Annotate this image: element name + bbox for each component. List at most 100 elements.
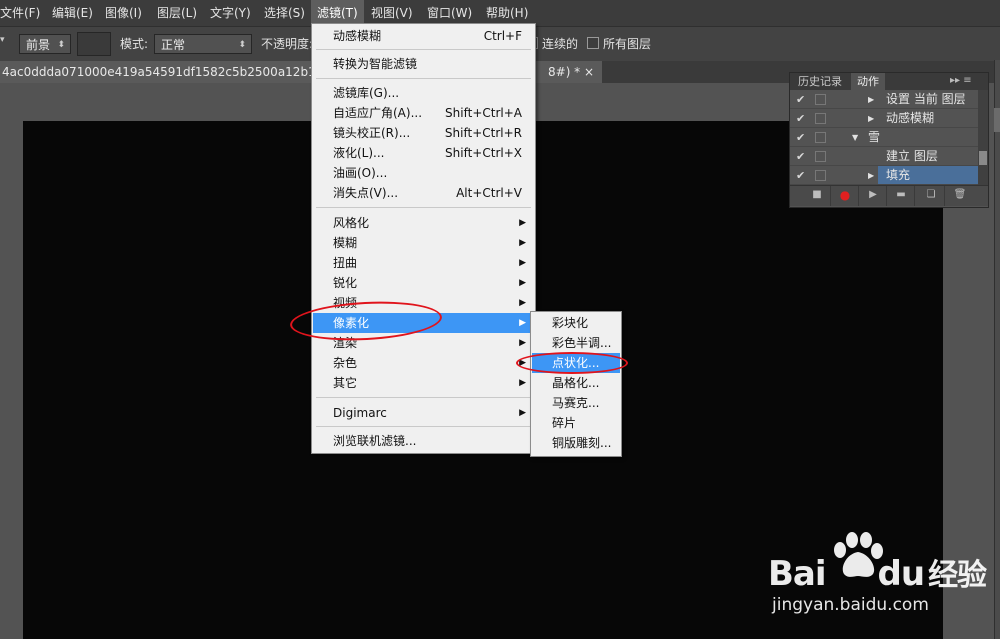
action-row-label: 建立 图层: [886, 149, 938, 163]
menu-item-convert-smart-filter[interactable]: 转换为智能滤镜: [313, 54, 534, 74]
menu-layer[interactable]: 图层(L): [151, 0, 203, 26]
menu-item-other[interactable]: 其它 ▶: [313, 373, 534, 393]
menu-item-label: 模糊: [333, 236, 358, 250]
submenu-item-crystallize[interactable]: 晶格化...: [532, 373, 620, 393]
annotation-circle-pointillize: [516, 352, 628, 374]
check-icon[interactable]: ✔: [796, 90, 805, 109]
panel-scrollbar[interactable]: [978, 90, 988, 185]
submenu-item-mezzotint[interactable]: 铜版雕刻...: [532, 433, 620, 453]
expand-triangle-icon[interactable]: ▶: [868, 166, 874, 185]
collapse-triangle-icon[interactable]: ▼: [852, 128, 858, 147]
submenu-arrow-icon: ▶: [519, 278, 526, 288]
record-icon[interactable]: ●: [838, 189, 852, 201]
submenu-arrow-icon: ▶: [519, 298, 526, 308]
submenu-item-mosaic[interactable]: 马赛克...: [532, 393, 620, 413]
menu-item-label: 动感模糊: [333, 29, 382, 43]
document-tab-suffix[interactable]: 8#) * ×: [540, 61, 603, 83]
menu-item-adaptive-wide-angle[interactable]: 自适应广角(A)... Shift+Ctrl+A: [313, 103, 534, 123]
action-row[interactable]: ✔ 建立 图层: [790, 147, 978, 166]
dialog-toggle-box[interactable]: [815, 170, 826, 181]
toolbar-divider: [830, 186, 831, 206]
new-action-icon[interactable]: ❏: [924, 189, 938, 201]
action-row-selected[interactable]: ✔ ▶ 填充: [790, 166, 978, 185]
menu-separator: [316, 49, 531, 50]
menu-file[interactable]: 文件(F): [0, 0, 46, 26]
toolbar-divider: [944, 186, 945, 206]
action-row[interactable]: ✔ ▶ 动感模糊: [790, 109, 978, 128]
menu-item-shortcut: Shift+Ctrl+R: [444, 126, 522, 140]
mode-dropdown[interactable]: 正常 ⬍: [154, 34, 252, 54]
trash-icon[interactable]: 🗑: [953, 189, 967, 201]
menu-item-liquify[interactable]: 液化(L)... Shift+Ctrl+X: [313, 143, 534, 163]
menu-item-distort[interactable]: 扭曲 ▶: [313, 253, 534, 273]
panel-tab-strip: 历史记录 动作 ▸▸ ≡: [790, 73, 988, 90]
check-icon[interactable]: ✔: [796, 128, 805, 147]
menu-item-label: Digimarc: [333, 406, 387, 420]
submenu-arrow-icon: ▶: [519, 258, 526, 268]
toolbar-divider: [914, 186, 915, 206]
check-icon[interactable]: ✔: [796, 147, 805, 166]
menu-item-vanishing-point[interactable]: 消失点(V)... Alt+Ctrl+V: [313, 183, 534, 203]
menu-item-last-filter[interactable]: 动感模糊 Ctrl+F: [313, 26, 534, 46]
menu-item-sharpen[interactable]: 锐化 ▶: [313, 273, 534, 293]
menu-item-filter-gallery[interactable]: 滤镜库(G)...: [313, 83, 534, 103]
menu-item-blur[interactable]: 模糊 ▶: [313, 233, 534, 253]
check-icon[interactable]: ✔: [796, 166, 805, 185]
submenu-arrow-icon: ▶: [519, 318, 526, 328]
watermark-brand-bai: Bai: [768, 554, 827, 594]
check-icon[interactable]: ✔: [796, 109, 805, 128]
tab-actions[interactable]: 动作: [851, 73, 885, 90]
watermark-brand: Bai du 经验: [768, 550, 987, 594]
menu-item-noise[interactable]: 杂色 ▶: [313, 353, 534, 373]
menu-select[interactable]: 选择(S): [258, 0, 311, 26]
dialog-toggle-box[interactable]: [815, 132, 826, 143]
expand-triangle-icon[interactable]: ▶: [868, 90, 874, 109]
stop-icon[interactable]: ■: [810, 189, 824, 201]
toolbar-divider: [886, 186, 887, 206]
play-icon[interactable]: ▶: [866, 189, 880, 201]
dock-collapse-button[interactable]: [994, 108, 1000, 132]
expand-triangle-icon[interactable]: ▶: [868, 109, 874, 128]
menu-item-shortcut: Alt+Ctrl+V: [456, 186, 522, 200]
menu-item-browse-online-filters[interactable]: 浏览联机滤镜...: [313, 431, 534, 451]
all-layers-checkbox[interactable]: [587, 37, 599, 49]
dropdown-arrow-icon: ⬍: [238, 40, 246, 50]
all-layers-label: 所有图层: [603, 37, 652, 51]
menu-item-oil-paint[interactable]: 油画(O)...: [313, 163, 534, 183]
submenu-item-label: 晶格化...: [552, 376, 600, 390]
dialog-toggle-box[interactable]: [815, 113, 826, 124]
dialog-toggle-box[interactable]: [815, 94, 826, 105]
opacity-label: 不透明度:: [261, 37, 314, 51]
mode-label: 模式:: [120, 37, 149, 51]
menu-item-label: 扭曲: [333, 256, 358, 270]
dropdown-arrow-icon: ⬍: [57, 40, 65, 50]
tool-preset-arrow-icon[interactable]: ▾: [0, 35, 5, 45]
menu-edit[interactable]: 编辑(E): [46, 0, 99, 26]
menu-item-digimarc[interactable]: Digimarc ▶: [313, 403, 534, 423]
action-row[interactable]: ✔ ▶ 设置 当前 图层: [790, 90, 978, 109]
watermark-url: jingyan.baidu.com: [772, 595, 929, 615]
menu-item-shortcut: Shift+Ctrl+X: [445, 146, 522, 160]
dialog-toggle-box[interactable]: [815, 151, 826, 162]
tab-history[interactable]: 历史记录: [792, 73, 848, 90]
submenu-item-fragment[interactable]: 碎片: [532, 413, 620, 433]
menu-item-label: 消失点(V)...: [333, 186, 399, 200]
panel-scrollbar-thumb[interactable]: [979, 151, 987, 165]
submenu-item-facet[interactable]: 彩块化: [532, 313, 620, 333]
pattern-swatch[interactable]: [77, 32, 111, 56]
menu-type[interactable]: 文字(Y): [204, 0, 257, 26]
new-set-folder-icon[interactable]: ▬: [894, 189, 908, 201]
action-set-row[interactable]: ✔ ▼ 雪: [790, 128, 978, 147]
menu-item-lens-correction[interactable]: 镜头校正(R)... Shift+Ctrl+R: [313, 123, 534, 143]
submenu-item-label: 碎片: [552, 416, 577, 430]
watermark-brand-cn: 经验: [928, 558, 987, 593]
menu-item-label: 油画(O)...: [333, 166, 388, 180]
submenu-item-color-halftone[interactable]: 彩色半调...: [532, 333, 620, 353]
menu-item-stylize[interactable]: 风格化 ▶: [313, 213, 534, 233]
fill-source-dropdown[interactable]: 前景 ⬍: [19, 34, 71, 54]
menu-image[interactable]: 图像(I): [99, 0, 148, 26]
menu-item-label: 其它: [333, 376, 358, 390]
actions-panel: 历史记录 动作 ▸▸ ≡ ✔ ▶ 设置 当前 图层 ✔ ▶ 动感模糊 ✔ ▼ 雪…: [789, 72, 989, 208]
panel-menu-icon[interactable]: ▸▸ ≡: [950, 75, 972, 86]
document-tab-title: 4ac0ddda071000e419a54591df1582c5b2500a12…: [2, 65, 362, 79]
